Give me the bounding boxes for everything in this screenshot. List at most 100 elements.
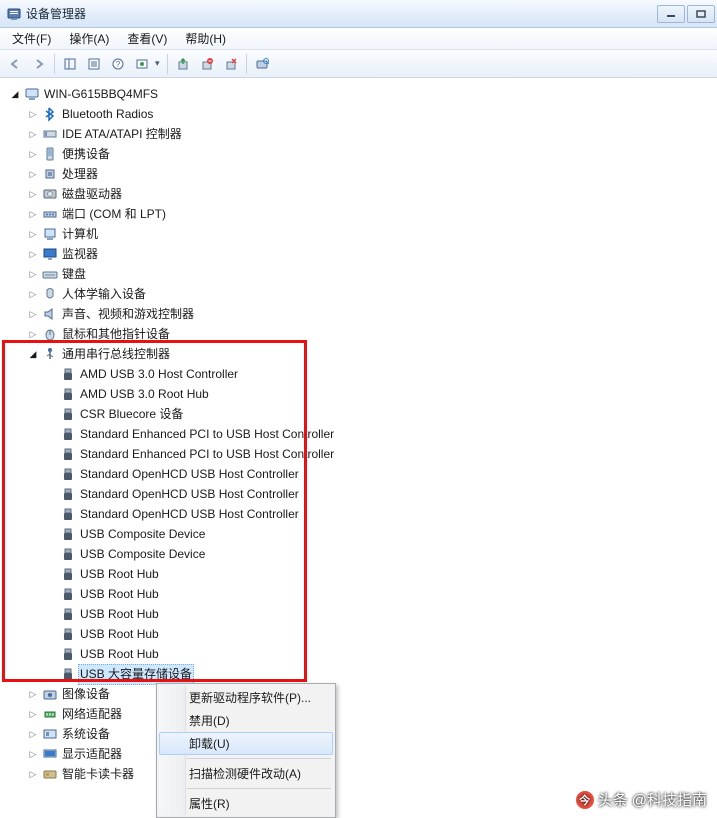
expand-icon[interactable]: ▷	[26, 287, 40, 301]
tree-node-label[interactable]: 端口 (COM 和 LPT)	[60, 204, 168, 225]
tree-node-label[interactable]: USB Root Hub	[78, 584, 161, 605]
help-button[interactable]: ?	[107, 53, 129, 75]
tree-node[interactable]: ▷Bluetooth Radios	[8, 104, 717, 124]
tree-node[interactable]: ◢ WIN-G615BBQ4MFS	[8, 84, 717, 104]
tree-node[interactable]: ▷ 人体学输入设备	[8, 284, 717, 304]
tree-node-label[interactable]: Standard OpenHCD USB Host Controller	[78, 484, 301, 505]
tree-node-label[interactable]: 通用串行总线控制器	[60, 344, 172, 365]
tree-node-label[interactable]: 计算机	[60, 224, 100, 245]
expand-icon[interactable]: ▷	[26, 267, 40, 281]
tree-node[interactable]: ▷ 图像设备	[8, 684, 717, 704]
tree-node-label[interactable]: IDE ATA/ATAPI 控制器	[60, 124, 184, 145]
forward-button[interactable]	[28, 53, 50, 75]
tree-node[interactable]: ▷网络适配器	[8, 704, 717, 724]
menu-file[interactable]: 文件(F)	[4, 28, 59, 49]
tree-node[interactable]: AMD USB 3.0 Root Hub	[8, 384, 717, 404]
collapse-icon[interactable]: ◢	[8, 87, 22, 101]
expand-icon[interactable]: ▷	[26, 227, 40, 241]
expand-icon[interactable]: ▷	[26, 127, 40, 141]
scan-hardware-button[interactable]	[251, 53, 273, 75]
menu-view[interactable]: 查看(V)	[119, 28, 175, 49]
tree-node[interactable]: AMD USB 3.0 Host Controller	[8, 364, 717, 384]
tree-node-label[interactable]: 网络适配器	[60, 704, 124, 725]
tree-node[interactable]: ▷ 键盘	[8, 264, 717, 284]
tree-node[interactable]: USB Root Hub	[8, 564, 717, 584]
refresh-button[interactable]	[131, 53, 153, 75]
tree-node[interactable]: USB Root Hub	[8, 624, 717, 644]
tree-node[interactable]: USB Composite Device	[8, 524, 717, 544]
tree-node-label[interactable]: 声音、视频和游戏控制器	[60, 304, 196, 325]
tree-node[interactable]: ▷ 处理器	[8, 164, 717, 184]
expand-icon[interactable]: ▷	[26, 167, 40, 181]
tree-node[interactable]: ▷声音、视频和游戏控制器	[8, 304, 717, 324]
tree-node-label[interactable]: Standard OpenHCD USB Host Controller	[78, 464, 301, 485]
expand-icon[interactable]: ▷	[26, 327, 40, 341]
tree-node[interactable]: ▷ 智能卡读卡器	[8, 764, 717, 784]
tree-node-label[interactable]: USB Root Hub	[78, 564, 161, 585]
show-hide-tree-button[interactable]	[59, 53, 81, 75]
maximize-button[interactable]	[687, 5, 715, 23]
tree-node[interactable]: USB 大容量存储设备	[8, 664, 717, 684]
tree-node[interactable]: ▷监视器	[8, 244, 717, 264]
tree-node-label[interactable]: 图像设备	[60, 684, 112, 705]
tree-node-label[interactable]: 智能卡读卡器	[60, 764, 136, 785]
menu-action[interactable]: 操作(A)	[61, 28, 117, 49]
tree-node-label[interactable]: USB Composite Device	[78, 524, 207, 545]
expand-icon[interactable]: ▷	[26, 747, 40, 761]
minimize-button[interactable]	[657, 5, 685, 23]
disable-button[interactable]	[220, 53, 242, 75]
tree-node-label[interactable]: 磁盘驱动器	[60, 184, 124, 205]
tree-node-label[interactable]: CSR Bluecore 设备	[78, 404, 185, 425]
tree-node-label[interactable]: 处理器	[60, 164, 100, 185]
tree-node[interactable]: ▷ 系统设备	[8, 724, 717, 744]
tree-node[interactable]: ▷ 计算机	[8, 224, 717, 244]
ctx-disable[interactable]: 禁用(D)	[159, 709, 333, 732]
tree-node-label[interactable]: USB 大容量存储设备	[78, 664, 194, 685]
tree-node[interactable]: USB Root Hub	[8, 644, 717, 664]
properties-button[interactable]	[83, 53, 105, 75]
tree-node-label[interactable]: Standard OpenHCD USB Host Controller	[78, 504, 301, 525]
tree-node[interactable]: Standard Enhanced PCI to USB Host Contro…	[8, 444, 717, 464]
tree-node-label[interactable]: USB Root Hub	[78, 604, 161, 625]
uninstall-button[interactable]	[196, 53, 218, 75]
update-driver-button[interactable]	[172, 53, 194, 75]
expand-icon[interactable]: ▷	[26, 767, 40, 781]
tree-node-label[interactable]: 监视器	[60, 244, 100, 265]
tree-node-label[interactable]: 便携设备	[60, 144, 112, 165]
tree-node-label[interactable]: 鼠标和其他指针设备	[60, 324, 172, 345]
tree-node-label[interactable]: AMD USB 3.0 Root Hub	[78, 384, 211, 405]
back-button[interactable]	[4, 53, 26, 75]
dropdown-icon[interactable]: ▾	[155, 58, 163, 69]
ctx-scan-hardware[interactable]: 扫描检测硬件改动(A)	[159, 762, 333, 785]
expand-icon[interactable]: ▷	[26, 207, 40, 221]
ctx-update-driver[interactable]: 更新驱动程序软件(P)...	[159, 686, 333, 709]
tree-node-label[interactable]: WIN-G615BBQ4MFS	[42, 84, 160, 105]
tree-node-label[interactable]: AMD USB 3.0 Host Controller	[78, 364, 240, 385]
tree-node[interactable]: ▷ 鼠标和其他指针设备	[8, 324, 717, 344]
collapse-icon[interactable]: ◢	[26, 347, 40, 361]
tree-node[interactable]: USB Composite Device	[8, 544, 717, 564]
tree-node-label[interactable]: 人体学输入设备	[60, 284, 148, 305]
ctx-uninstall[interactable]: 卸载(U)	[159, 732, 333, 755]
expand-icon[interactable]: ▷	[26, 187, 40, 201]
tree-node-label[interactable]: USB Root Hub	[78, 624, 161, 645]
expand-icon[interactable]: ▷	[26, 147, 40, 161]
tree-node[interactable]: ▷ 磁盘驱动器	[8, 184, 717, 204]
tree-node[interactable]: ▷显示适配器	[8, 744, 717, 764]
tree-node[interactable]: USB Root Hub	[8, 584, 717, 604]
tree-node-label[interactable]: 键盘	[60, 264, 88, 285]
tree-node-label[interactable]: Standard Enhanced PCI to USB Host Contro…	[78, 424, 336, 445]
tree-node[interactable]: CSR Bluecore 设备	[8, 404, 717, 424]
tree-node-label[interactable]: USB Root Hub	[78, 644, 161, 665]
tree-node-label[interactable]: Standard Enhanced PCI to USB Host Contro…	[78, 444, 336, 465]
tree-node[interactable]: Standard OpenHCD USB Host Controller	[8, 464, 717, 484]
tree-node[interactable]: ▷ IDE ATA/ATAPI 控制器	[8, 124, 717, 144]
menu-help[interactable]: 帮助(H)	[177, 28, 234, 49]
expand-icon[interactable]: ▷	[26, 687, 40, 701]
tree-node[interactable]: Standard Enhanced PCI to USB Host Contro…	[8, 424, 717, 444]
tree-node[interactable]: USB Root Hub	[8, 604, 717, 624]
tree-node-label[interactable]: 系统设备	[60, 724, 112, 745]
tree-node[interactable]: ◢ 通用串行总线控制器	[8, 344, 717, 364]
expand-icon[interactable]: ▷	[26, 727, 40, 741]
tree-node-label[interactable]: USB Composite Device	[78, 544, 207, 565]
